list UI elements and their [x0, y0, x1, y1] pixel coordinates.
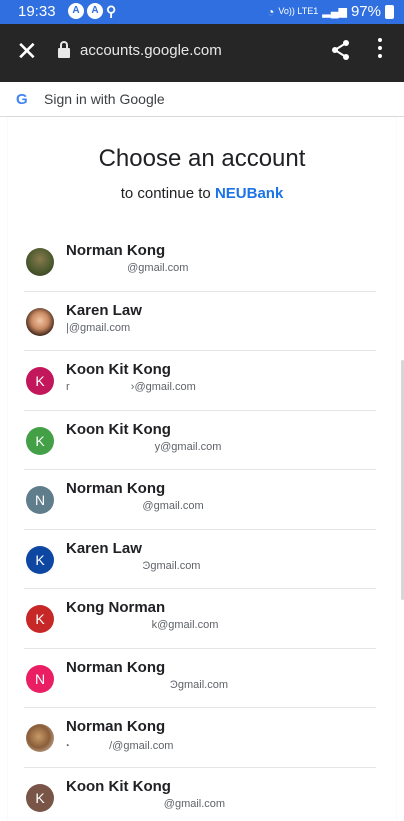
wifi-icon: ◔ — [267, 4, 275, 19]
account-email: Ͽgmail.com — [66, 678, 228, 691]
battery-icon — [385, 4, 394, 19]
url-text: accounts.google.com — [80, 42, 222, 59]
account-name: Karen Law — [66, 539, 142, 557]
account-email: k@gmail.com — [66, 619, 219, 631]
lock-icon — [58, 40, 70, 59]
close-icon[interactable]: ✕ — [16, 36, 38, 66]
avatar: N — [26, 664, 54, 693]
account-email: @gmail.com — [66, 262, 189, 274]
account-item[interactable]: K Koon Kit Kong r ›@gmail.com — [24, 351, 376, 411]
account-name: Koon Kit Kong — [66, 777, 171, 795]
avatar — [26, 724, 54, 752]
account-item[interactable]: N Norman Kong @gmail.com — [24, 470, 376, 530]
usb-icon: ⚲ — [106, 3, 117, 19]
browser-toolbar: ✕ accounts.google.com — [0, 24, 404, 82]
account-chooser: Choose an account to continue to NEUBank… — [8, 117, 396, 821]
avatar — [26, 307, 54, 336]
account-item[interactable]: N Norman Kong Ͽgmail.com — [24, 649, 376, 708]
account-item[interactable]: K Kong Norman k@gmail.com — [24, 589, 376, 649]
address-bar[interactable]: accounts.google.com — [58, 40, 222, 59]
subtitle-prefix: to continue to — [120, 185, 211, 202]
account-name: Koon Kit Kong — [66, 420, 171, 438]
avatar: K — [26, 783, 54, 812]
account-item[interactable]: Karen Law |@gmail.com — [24, 292, 376, 351]
sign-in-label: Sign in with Google — [44, 91, 165, 107]
account-email: |@gmail.com — [66, 321, 131, 334]
account-email: ꞏ /@gmail.com — [66, 740, 174, 752]
avatar: K — [26, 426, 54, 455]
notification-app-icon: A — [68, 3, 84, 19]
account-item[interactable]: K Karen Law Ͽgmail.com — [24, 530, 376, 589]
account-name: Norman Kong — [66, 658, 166, 676]
status-time: 19:33 — [18, 3, 56, 20]
avatar: K — [26, 605, 54, 633]
network-label: Vo)) LTE1 — [278, 6, 319, 16]
account-item[interactable]: K Koon Kit Kong y@gmail.com — [24, 411, 376, 470]
account-item[interactable]: Norman Kong ꞏ /@gmail.com — [24, 708, 376, 768]
sign-in-sheet: G Sign in with Google Choose an account … — [0, 82, 404, 821]
account-email: y@gmail.com — [66, 440, 222, 453]
account-email: @gmail.com — [66, 797, 226, 810]
account-email: r ›@gmail.com — [66, 381, 196, 393]
account-name: Norman Kong — [66, 480, 166, 497]
signal-icon: ▂▄▆ — [322, 6, 347, 18]
avatar: N — [26, 486, 54, 514]
status-bar: 19:33 A A ⚲ ◔ Vo)) LTE1 ▂▄▆ 97% — [0, 0, 404, 24]
notification-icons: A A ⚲ — [68, 3, 116, 19]
share-icon[interactable] — [331, 39, 351, 66]
page-title: Choose an account — [98, 145, 306, 172]
avatar: K — [26, 545, 54, 574]
account-email: Ͽgmail.com — [66, 559, 201, 572]
page-subtitle: to continue to NEUBank — [8, 185, 396, 202]
brand-link[interactable]: NEUBank — [215, 185, 283, 202]
account-name: Koon Kit Kong — [66, 361, 171, 378]
account-item[interactable]: K Koon Kit Kong @gmail.com — [24, 768, 376, 821]
account-list: Norman Kong @gmail.com Karen Law |@gmail.c… — [24, 232, 376, 821]
sign-in-header: G Sign in with Google — [0, 82, 404, 117]
account-name: Norman Kong — [66, 718, 166, 735]
more-vert-icon[interactable] — [377, 38, 383, 58]
notification-app-icon: A — [87, 3, 103, 19]
battery-percent: 97% — [350, 3, 381, 20]
account-name: Karen Law — [66, 301, 142, 319]
account-name: Norman Kong — [66, 242, 166, 259]
account-email: @gmail.com — [66, 500, 204, 512]
status-right: ◔ Vo)) LTE1 ▂▄▆ 97% — [267, 3, 394, 20]
avatar: K — [26, 367, 54, 395]
account-name: Kong Norman — [66, 599, 166, 616]
account-item[interactable]: Norman Kong @gmail.com — [24, 232, 376, 292]
google-logo-icon: G — [16, 90, 28, 108]
avatar — [26, 248, 54, 276]
